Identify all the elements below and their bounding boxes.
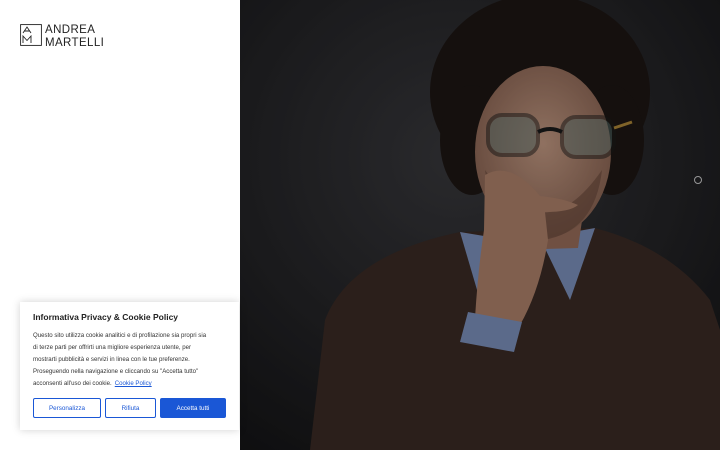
reject-button[interactable]: Rifiuta <box>105 398 156 418</box>
accept-all-button[interactable]: Accetta tutti <box>160 398 226 418</box>
cookie-banner-text: Questo sito utilizza cookie analitici e … <box>33 330 233 390</box>
cookie-banner: Informativa Privacy & Cookie Policy Ques… <box>20 302 239 430</box>
logo-text: ANDREA MARTELLI <box>45 24 104 49</box>
portrait-illustration <box>240 0 720 450</box>
slider-dot-icon[interactable] <box>694 176 702 184</box>
logo-last-name: MARTELLI <box>45 36 105 49</box>
hero-portrait-photo <box>240 0 720 450</box>
cookie-text-line: acconsenti all'uso dei cookie. Cookie Pol… <box>33 378 233 390</box>
logo-mark-icon <box>20 24 42 46</box>
logo-first-name: ANDREA <box>45 24 96 36</box>
cookie-banner-title: Informativa Privacy & Cookie Policy <box>33 312 179 322</box>
cookie-text-line: mostrarti pubblicità e servizi in linea … <box>33 356 190 363</box>
cookie-text-line: Questo sito utilizza cookie analitici e … <box>33 332 207 339</box>
cookie-text-line: Proseguendo nella navigazione e cliccand… <box>33 368 199 375</box>
customize-button[interactable]: Personalizza <box>33 398 101 418</box>
cookie-text-last: acconsenti all'uso dei cookie. <box>33 380 112 387</box>
site-logo[interactable]: ANDREA MARTELLI <box>20 24 104 49</box>
cookie-text-line: di terze parti per offrirti una migliore… <box>33 344 192 351</box>
cookie-policy-link[interactable]: Cookie Policy <box>115 380 152 387</box>
